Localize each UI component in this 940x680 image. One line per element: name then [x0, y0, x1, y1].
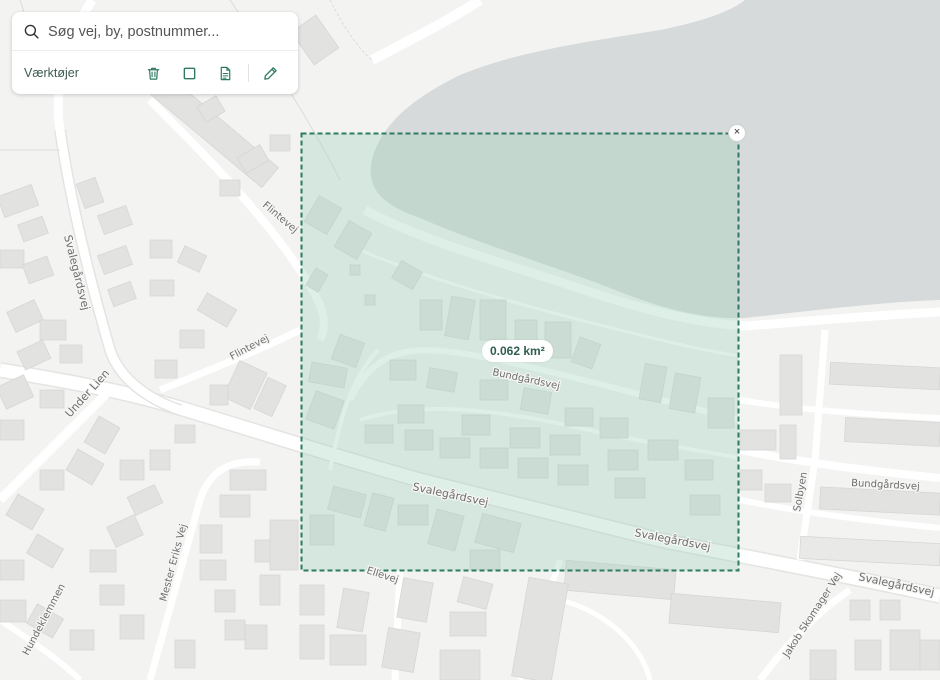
tools-bar: Værktøjer	[12, 51, 298, 94]
delete-tool-button[interactable]	[141, 61, 165, 85]
close-selection-button[interactable]: ×	[728, 124, 746, 142]
search-bar	[12, 12, 298, 51]
square-icon	[183, 67, 195, 79]
search-icon	[24, 24, 39, 39]
tools-divider	[248, 64, 249, 82]
document-icon	[220, 66, 230, 80]
document-tool-button[interactable]	[213, 61, 237, 85]
map-canvas[interactable]: Flintevej Flintevej Svalegårdsvej Under …	[0, 0, 940, 680]
area-measurement-label: 0.062 km²	[482, 340, 553, 362]
search-tools-panel: Værktøjer	[12, 12, 298, 94]
trash-icon	[147, 67, 159, 80]
search-input[interactable]	[48, 21, 288, 43]
rectangle-tool-button[interactable]	[177, 61, 201, 85]
tools-label: Værktøjer	[24, 66, 79, 80]
pencil-icon	[263, 66, 277, 80]
draw-tool-button[interactable]	[258, 61, 282, 85]
